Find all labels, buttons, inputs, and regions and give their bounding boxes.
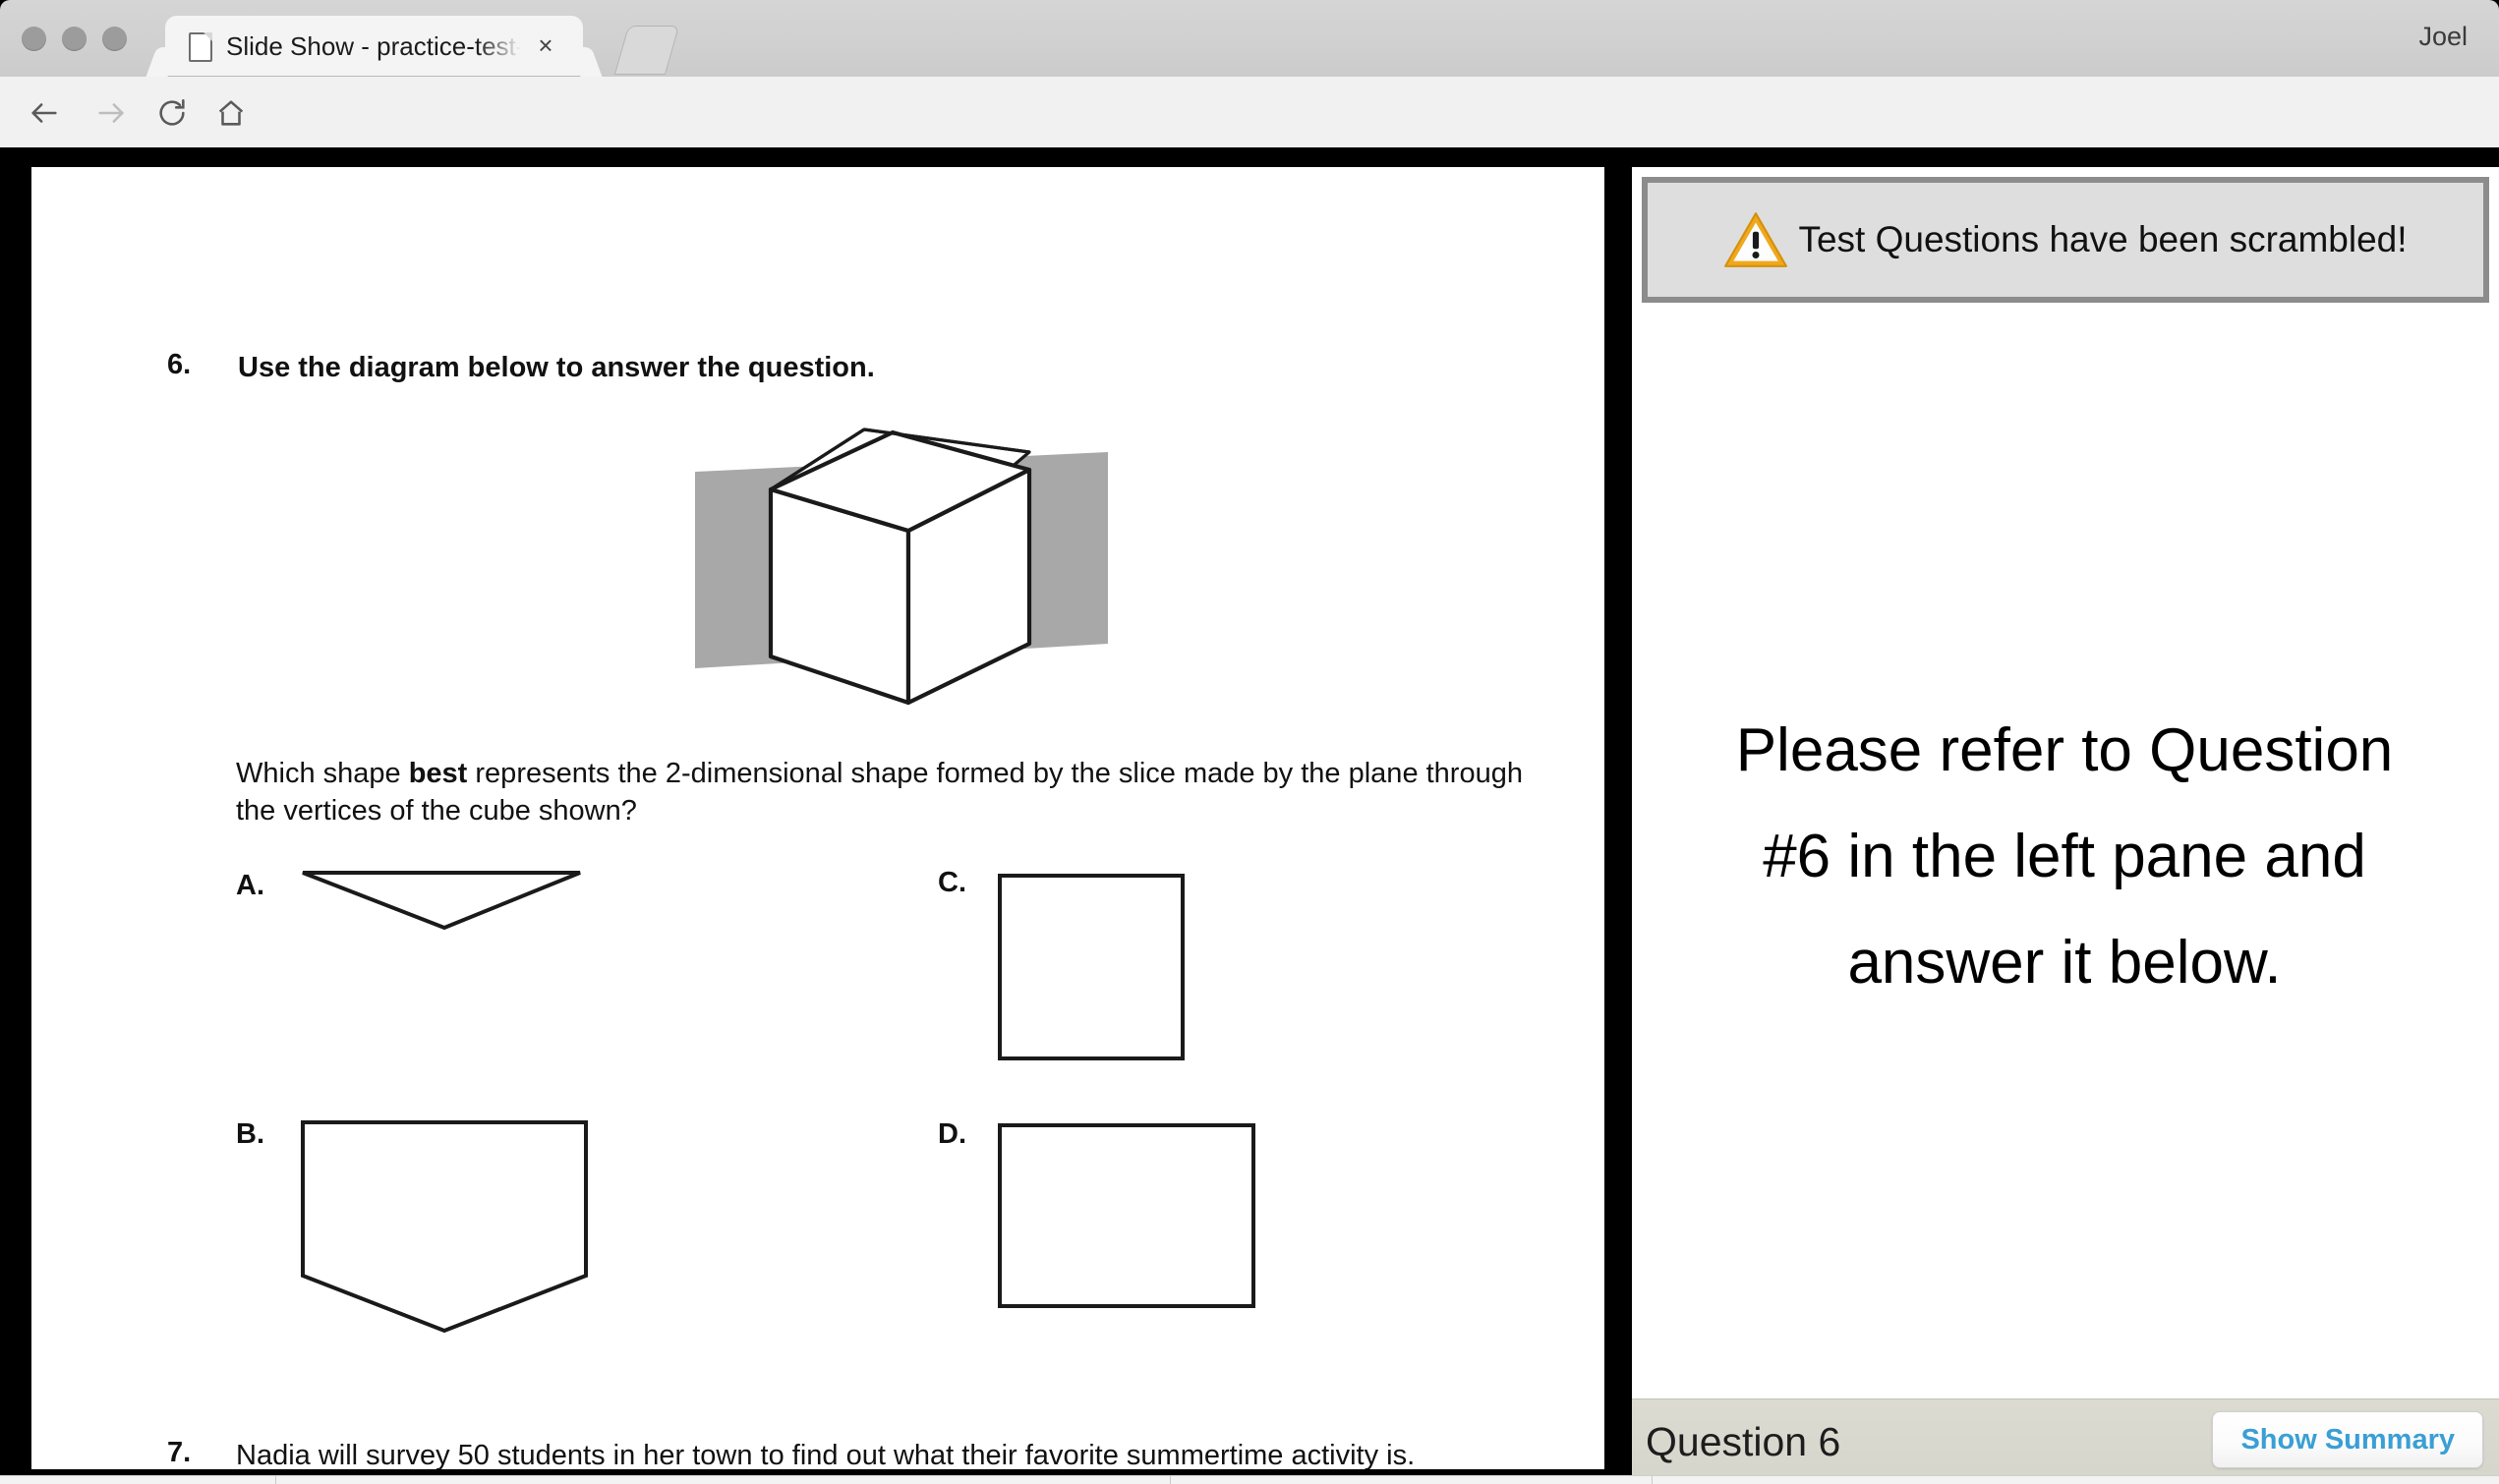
tab-strip: Slide Show - practice-test-mat × [0,0,2499,77]
show-summary-button[interactable]: Show Summary [2212,1411,2483,1468]
question-6-prompt: Use the diagram below to answer the ques… [238,352,875,383]
subprompt-part1: Which shape [236,758,409,789]
browser-tab[interactable]: Slide Show - practice-test-mat × [165,16,583,77]
close-icon[interactable]: × [532,31,559,59]
question-7-line1: Nadia will survey 50 students in her tow… [236,1440,1416,1469]
wide-downward-triangle [302,871,581,931]
choice-b-label[interactable]: B. [236,1118,264,1151]
taskbar-sliver [0,1475,2499,1484]
warning-triangle-icon [1724,212,1788,267]
home-icon[interactable] [208,90,254,136]
browser-toolbar: ALL In Learning, Inc. [US] https://plus.… [0,22,2499,219]
taskbar-divider [1652,1476,1653,1484]
responder-right-pane: Test Questions have been scrambled! Plea… [1632,167,2499,1484]
question-6-subprompt: Which shape best represents the 2-dimens… [236,755,1553,829]
reload-icon[interactable] [149,90,195,136]
close-window-button[interactable] [22,27,46,51]
maximize-window-button[interactable] [102,27,127,51]
question-6-number: 6. [167,349,192,380]
page-icon [189,32,212,62]
subprompt-bold: best [408,758,468,789]
new-tab-button[interactable] [613,26,680,75]
forward-arrow-icon[interactable] [88,90,134,136]
choice-a-label[interactable]: A. [236,870,264,902]
tab-title: Slide Show - practice-test-mat [226,31,521,61]
window-traffic-lights[interactable] [22,27,127,51]
responder-status-bar: Question 6 Show Summary [1632,1398,2499,1484]
refer-line-1: Please refer to Question [1735,716,2394,784]
refer-instruction-text: Please refer to Question #6 in the left … [1661,698,2468,1016]
choice-c-label[interactable]: C. [938,867,966,899]
minimize-window-button[interactable] [62,27,87,51]
question-7-number: 7. [167,1437,192,1468]
choice-d-label[interactable]: D. [938,1118,966,1151]
rectangle [998,1123,1255,1308]
cube-sliced-by-plane-diagram [695,428,1108,706]
back-arrow-icon[interactable] [22,90,67,136]
user-account-label[interactable]: Joel [2418,22,2468,52]
taskbar-divider [1170,1476,1171,1484]
browser-chrome: Slide Show - practice-test-mat × ALL In … [0,0,2499,219]
question-status-label: Question 6 [1646,1419,1841,1464]
slide-left-pane: 6. Use the diagram below to answer the q… [31,167,1604,1469]
refer-line-3: answer it below. [1847,929,2282,997]
scramble-notice-text: Test Questions have been scrambled! [1798,219,2408,259]
square [998,874,1185,1060]
refer-line-2: #6 in the left pane and [1763,823,2366,890]
taskbar-divider [275,1476,276,1484]
page-body: 6. Use the diagram below to answer the q… [0,147,2499,1484]
pentagon-home-plate-down [301,1120,588,1334]
scramble-notice-banner: Test Questions have been scrambled! [1642,177,2489,303]
